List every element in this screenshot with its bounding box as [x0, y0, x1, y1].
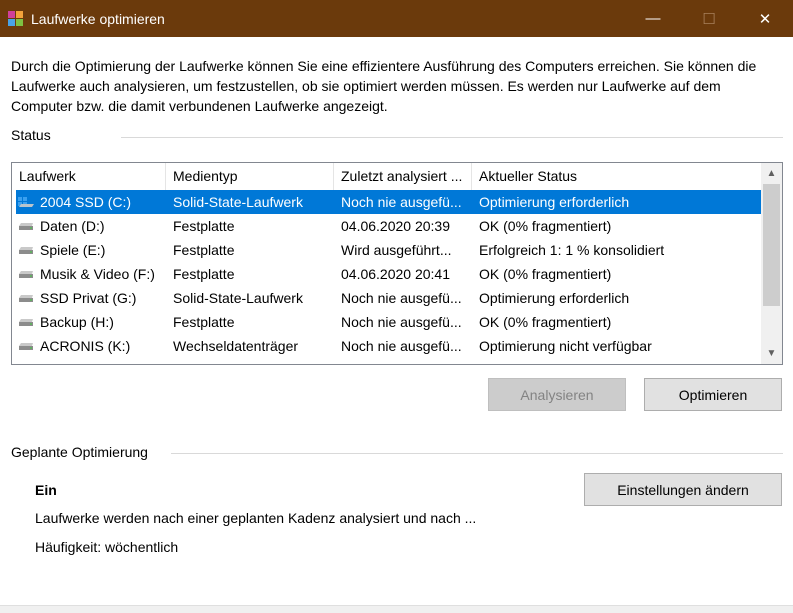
optimize-button[interactable]: Optimieren [644, 378, 782, 411]
drive-name: 2004 SSD (C:) [40, 194, 132, 210]
status-section-label: Status [11, 127, 51, 143]
current-status: Optimierung nicht verfügbar [479, 338, 652, 354]
drive-rows: 2004 SSD (C:) Solid-State-Laufwerk Noch ni… [16, 190, 761, 358]
last-analyzed: Noch nie ausgefü... [341, 314, 462, 330]
last-analyzed: 04.06.2020 20:39 [341, 218, 450, 234]
drive-icon [19, 343, 33, 350]
media-type: Festplatte [173, 314, 235, 330]
last-analyzed: Noch nie ausgefü... [341, 290, 462, 306]
table-row[interactable]: Musik & Video (F:) Festplatte 04.06.2020 2… [16, 262, 761, 286]
analyze-button[interactable]: Analysieren [488, 378, 626, 411]
window-title: Laufwerke optimieren [31, 10, 165, 27]
current-status: OK (0% fragmentiert) [479, 218, 612, 234]
scheduled-section-label: Geplante Optimierung [11, 444, 148, 460]
drive-name: Spiele (E:) [40, 242, 106, 258]
table-row[interactable]: Spiele (E:) Festplatte Wird ausgeführt... E… [16, 238, 761, 262]
column-header-last-analyzed[interactable]: Zuletzt analysiert ... [334, 163, 472, 190]
drive-icon [19, 295, 33, 302]
current-status: OK (0% fragmentiert) [479, 266, 612, 282]
drive-name: SSD Privat (G:) [40, 290, 137, 306]
last-analyzed: Wird ausgeführt... [341, 242, 452, 258]
footer-bar [0, 605, 793, 613]
drive-icon [19, 319, 33, 326]
close-button[interactable]: ✕ [737, 0, 793, 37]
windows-drive-icon [18, 197, 34, 207]
media-type: Solid-State-Laufwerk [173, 194, 303, 210]
drive-name: Backup (H:) [40, 314, 114, 330]
drive-name: Daten (D:) [40, 218, 105, 234]
table-row[interactable]: 2004 SSD (C:) Solid-State-Laufwerk Noch ni… [16, 190, 761, 214]
drive-icon [19, 247, 33, 254]
maximize-button[interactable]: ☐ [681, 0, 737, 37]
last-analyzed: 04.06.2020 20:41 [341, 266, 450, 282]
drive-name: ACRONIS (K:) [40, 338, 131, 354]
media-type: Solid-State-Laufwerk [173, 290, 303, 306]
defrag-app-icon [8, 10, 24, 27]
vertical-scrollbar[interactable]: ▲ ▼ [761, 163, 782, 364]
media-type: Festplatte [173, 218, 235, 234]
title-bar[interactable]: Laufwerke optimieren — ☐ ✕ [0, 0, 793, 37]
current-status: Erfolgreich 1: 1 % konsolidiert [479, 242, 665, 258]
drive-list[interactable]: Laufwerk Medientyp Zuletzt analysiert ..… [11, 162, 783, 365]
column-header-media-type[interactable]: Medientyp [166, 163, 334, 190]
minimize-button[interactable]: — [625, 0, 681, 37]
list-header: Laufwerk Medientyp Zuletzt analysiert ..… [12, 163, 761, 190]
media-type: Festplatte [173, 242, 235, 258]
table-row[interactable]: Backup (H:) Festplatte Noch nie ausgefü...… [16, 310, 761, 334]
schedule-description: Laufwerke werden nach einer geplanten Ka… [35, 510, 477, 526]
scroll-up-icon[interactable]: ▲ [761, 165, 782, 182]
current-status: Optimierung erforderlich [479, 290, 630, 306]
status-divider [121, 137, 783, 138]
drive-name: Musik & Video (F:) [40, 266, 155, 282]
table-row[interactable]: ACRONIS (K:) Wechseldatenträger Noch nie a… [16, 334, 761, 358]
last-analyzed: Noch nie ausgefü... [341, 194, 462, 210]
table-row[interactable]: SSD Privat (G:) Solid-State-Laufwerk Noch … [16, 286, 761, 310]
intro-text: Durch die Optimierung der Laufwerke könn… [11, 58, 757, 114]
media-type: Wechseldatenträger [173, 338, 299, 354]
schedule-frequency: Häufigkeit: wöchentlich [35, 539, 179, 555]
table-row[interactable]: Daten (D:) Festplatte 04.06.2020 20:39 OK (… [16, 214, 761, 238]
column-header-drive[interactable]: Laufwerk [12, 163, 166, 190]
current-status: OK (0% fragmentiert) [479, 314, 612, 330]
drive-icon [19, 271, 33, 278]
media-type: Festplatte [173, 266, 235, 282]
last-analyzed: Noch nie ausgefü... [341, 338, 462, 354]
scrollbar-thumb[interactable] [763, 184, 780, 306]
change-settings-button[interactable]: Einstellungen ändern [584, 473, 782, 506]
schedule-status: Ein [35, 482, 57, 498]
scheduled-divider [171, 453, 783, 454]
column-header-current-status[interactable]: Aktueller Status [472, 163, 761, 190]
scroll-down-icon[interactable]: ▼ [761, 345, 782, 362]
drive-icon [19, 223, 33, 230]
current-status: Optimierung erforderlich [479, 194, 630, 210]
